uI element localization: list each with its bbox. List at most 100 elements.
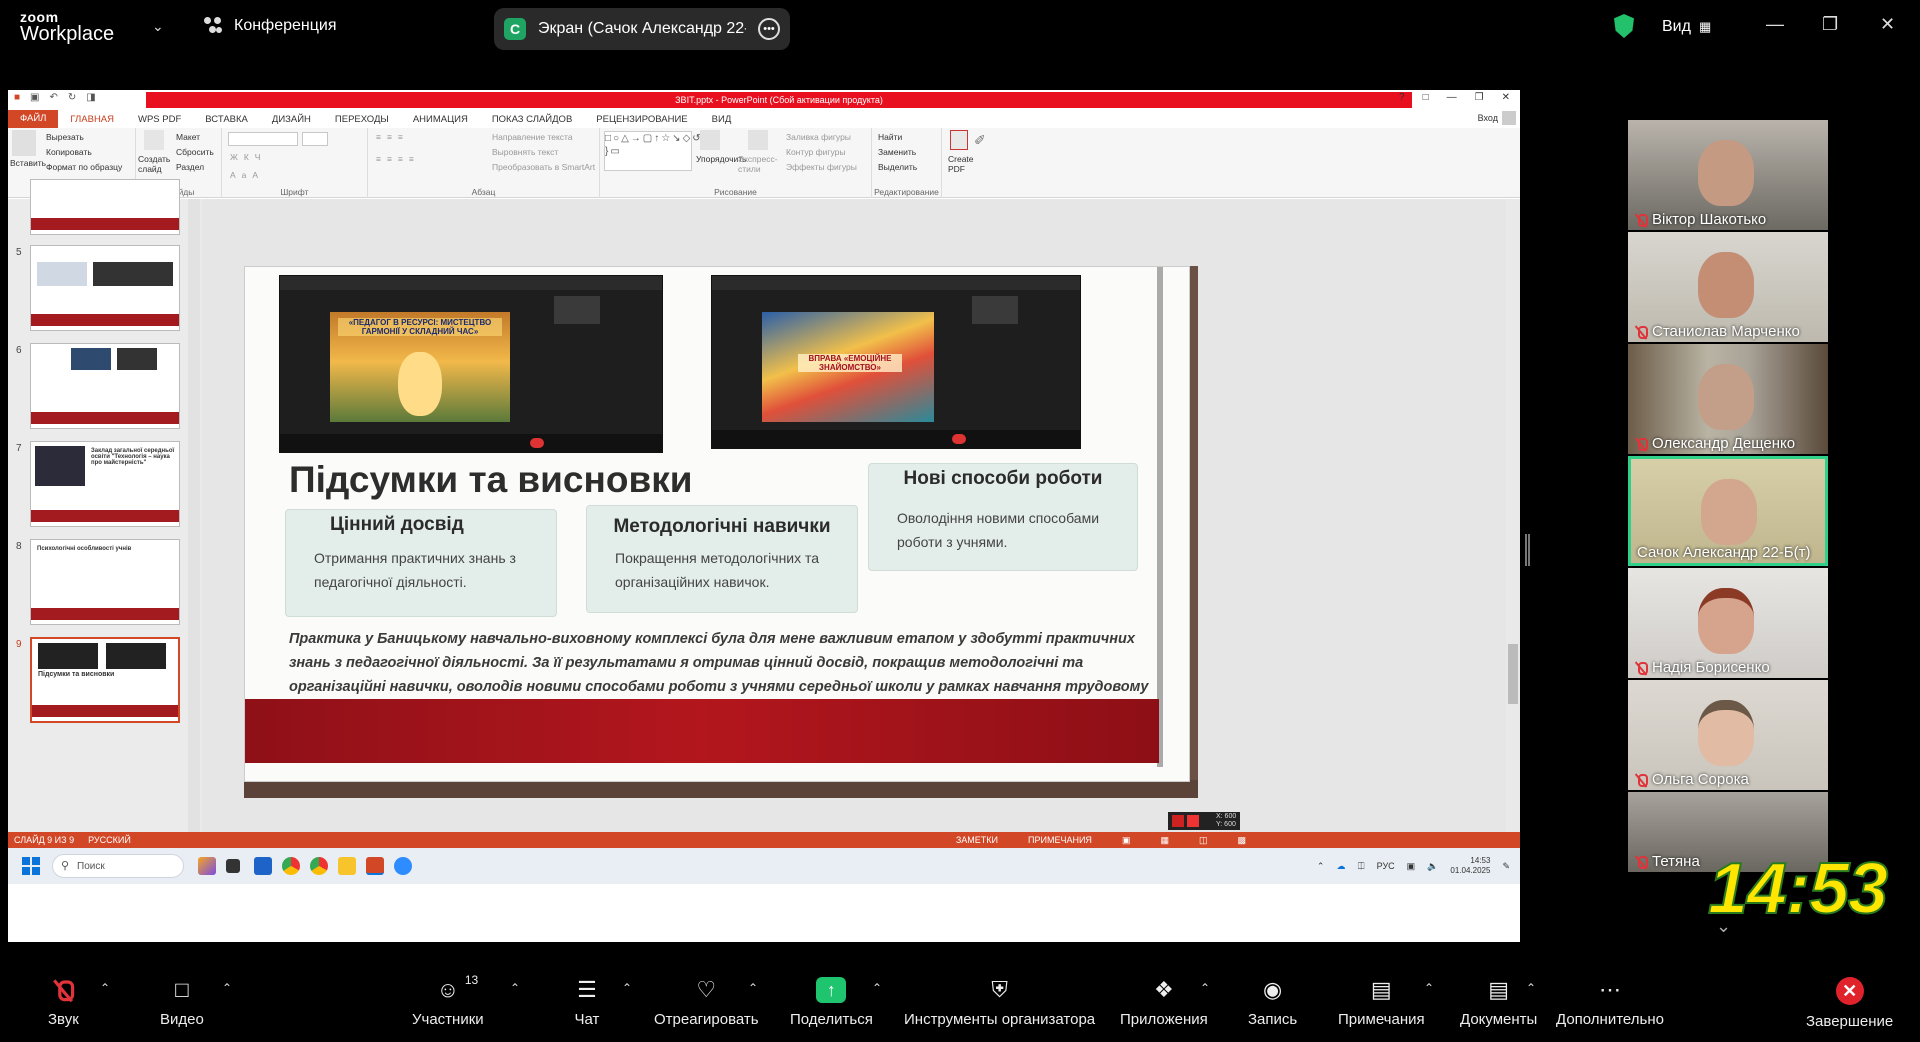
microphone-icon[interactable]: ⎅ <box>1357 861 1364 872</box>
chrome-profile-icon[interactable] <box>310 857 328 875</box>
windows-start-icon[interactable] <box>22 857 40 875</box>
create-pdf-button[interactable]: Create PDF <box>948 154 978 174</box>
react-button[interactable]: ♡ Отреагировать <box>654 977 759 1028</box>
align-buttons[interactable]: ≡≡≡≡ <box>376 154 420 164</box>
scrollbar-thumb[interactable] <box>1508 644 1518 704</box>
save-icon[interactable]: ▣ <box>30 92 39 103</box>
thumbnail-slide-6[interactable] <box>30 343 180 429</box>
taskbar-search[interactable]: ⚲ Поиск <box>52 854 184 878</box>
undo-icon[interactable]: ↶ <box>50 92 58 103</box>
section-button[interactable]: Раздел <box>176 162 204 172</box>
notes-caret-icon[interactable]: ⌃ <box>1424 981 1434 995</box>
cut-button[interactable]: Вырезать <box>46 132 84 142</box>
thumbnail-slide-5[interactable] <box>30 245 180 331</box>
end-meeting-button[interactable]: ✕ Завершение <box>1806 977 1893 1030</box>
chrome-icon[interactable] <box>282 857 300 875</box>
tab-animation[interactable]: АНИМАЦИЯ <box>401 114 480 125</box>
ppt-minimize-icon[interactable]: — <box>1447 92 1457 103</box>
participant-tile-active-speaker[interactable]: Сачок Александр 22-Б(т) <box>1628 456 1828 566</box>
thumbnail-slide-9[interactable]: Підсумки та висновки <box>30 637 180 723</box>
shape-effects-button[interactable]: Эффекты фигуры <box>786 162 857 172</box>
react-caret-icon[interactable]: ⌃ <box>748 981 758 995</box>
copy-button[interactable]: Копировать <box>46 147 92 157</box>
tab-file[interactable]: ФАЙЛ <box>8 110 59 128</box>
comments-button[interactable]: ПРИМЕЧАНИЯ <box>1028 835 1092 846</box>
apps-button[interactable]: ❖ Приложения <box>1120 977 1208 1028</box>
participant-tile[interactable]: Станислав Марченко <box>1628 232 1828 342</box>
tab-review[interactable]: РЕЦЕНЗИРОВАНИЕ <box>584 114 699 125</box>
help-icon[interactable]: ? <box>1399 92 1405 103</box>
font-style-buttons[interactable]: ЖКЧ <box>230 152 266 162</box>
video-options-caret-icon[interactable]: ⌃ <box>222 981 232 995</box>
list-buttons[interactable]: ≡≡≡ <box>376 132 409 142</box>
tab-transitions[interactable]: ПЕРЕХОДЫ <box>323 114 401 125</box>
thumbnail-slide-7[interactable]: Заклад загальної середньої освіти "Техно… <box>30 441 180 527</box>
current-slide[interactable]: «ПЕДАГОГ В РЕСУРСІ: МИСТЕЦТВО ГАРМОНІЇ У… <box>244 266 1190 782</box>
audio-options-caret-icon[interactable]: ⌃ <box>100 981 110 995</box>
record-button[interactable]: ◉ Запись <box>1248 977 1297 1028</box>
restore-icon[interactable]: ❐ <box>1822 14 1838 35</box>
tab-design[interactable]: ДИЗАЙН <box>260 114 323 125</box>
smartart-button[interactable]: Преобразовать в SmartArt <box>492 162 595 172</box>
more-button[interactable]: ⋯ Дополнительно <box>1556 977 1664 1028</box>
audio-button[interactable]: Звук <box>48 977 79 1028</box>
more-icon[interactable]: ••• <box>758 18 780 40</box>
redo-icon[interactable]: ↻ <box>68 92 76 103</box>
task-view-icon[interactable] <box>226 859 240 873</box>
format-painter-button[interactable]: Формат по образцу <box>46 162 122 172</box>
thumbnails-scrollbar[interactable] <box>188 199 200 832</box>
participants-caret-icon[interactable]: ⌃ <box>510 981 520 995</box>
encryption-shield-icon[interactable] <box>1614 14 1634 38</box>
host-tools-button[interactable]: ⛨ Инструменты организатора <box>904 977 1095 1028</box>
normal-view-icon[interactable]: ▣ <box>1122 835 1131 846</box>
chat-caret-icon[interactable]: ⌃ <box>622 981 632 995</box>
pen-icon[interactable]: ✐ <box>974 132 986 149</box>
select-button[interactable]: Выделить <box>878 162 917 172</box>
file-explorer-icon[interactable] <box>338 857 356 875</box>
share-button[interactable]: ↑ Поделиться <box>790 977 873 1028</box>
participants-button[interactable]: ☺ 13 Участники <box>412 973 484 1028</box>
participant-tile[interactable]: Олександр Дещенко <box>1628 344 1828 454</box>
view-button[interactable]: Вид ▦ <box>1662 18 1711 36</box>
font-name-input[interactable] <box>228 132 298 146</box>
share-caret-icon[interactable]: ⌃ <box>872 981 882 995</box>
keyboard-language[interactable]: РУС <box>1377 861 1395 871</box>
conference-menu[interactable]: Конференция <box>204 17 337 35</box>
docs-caret-icon[interactable]: ⌃ <box>1526 981 1536 995</box>
apps-caret-icon[interactable]: ⌃ <box>1200 981 1210 995</box>
ppt-close-icon[interactable]: ✕ <box>1502 92 1510 103</box>
zoom-taskbar-icon[interactable] <box>394 857 412 875</box>
text-direction-button[interactable]: Направление текста <box>492 132 573 142</box>
font-color-buttons[interactable]: AaA <box>230 170 264 180</box>
paste-icon[interactable] <box>12 130 36 156</box>
sorter-view-icon[interactable]: ▦ <box>1160 835 1169 846</box>
font-size-input[interactable] <box>302 132 328 146</box>
tab-insert[interactable]: ВСТАВКА <box>193 114 260 125</box>
participant-tile[interactable]: Надія Борисенко <box>1628 568 1828 678</box>
chat-button[interactable]: ☰ Чат <box>572 977 602 1028</box>
powerpoint-taskbar-icon[interactable] <box>366 857 384 875</box>
taskbar-clock[interactable]: 14:53 01.04.2025 <box>1450 856 1490 876</box>
shapes-gallery[interactable]: □○△→▢↑☆↘◇↺{ }▭ <box>604 131 706 171</box>
notifications-icon[interactable]: ✎ <box>1502 861 1510 872</box>
paste-button[interactable]: Вставить <box>10 158 46 168</box>
onedrive-icon[interactable]: ☁ <box>1336 861 1345 872</box>
panel-resize-handle[interactable] <box>1525 534 1530 566</box>
chevron-down-icon[interactable]: ⌄ <box>152 18 164 35</box>
participant-tile[interactable]: Ольга Сорока <box>1628 680 1828 790</box>
replace-button[interactable]: Заменить <box>878 147 916 157</box>
notes-button[interactable]: ▤ Примечания <box>1338 977 1425 1028</box>
close-icon[interactable]: ✕ <box>1880 14 1895 35</box>
volume-icon[interactable]: 🔈 <box>1427 861 1438 872</box>
share-indicator[interactable]: С Экран (Сачок Александр 22-Б(т) ••• <box>494 8 790 50</box>
ribbon-display-icon[interactable]: □ <box>1423 92 1429 103</box>
reading-view-icon[interactable]: ◫ <box>1199 835 1208 846</box>
thumbnail-slide-8[interactable]: Психологічні особливості учнів <box>30 539 180 625</box>
tab-wps-pdf[interactable]: WPS PDF <box>126 114 193 125</box>
participant-tile[interactable]: Віктор Шакотько <box>1628 120 1828 230</box>
slideshow-icon[interactable]: ◨ <box>86 92 95 103</box>
new-slide-icon[interactable] <box>144 130 164 150</box>
align-text-button[interactable]: Выровнять текст <box>492 147 558 157</box>
tray-chevron-icon[interactable]: ⌃ <box>1317 861 1325 872</box>
tab-view[interactable]: ВИД <box>700 114 744 125</box>
